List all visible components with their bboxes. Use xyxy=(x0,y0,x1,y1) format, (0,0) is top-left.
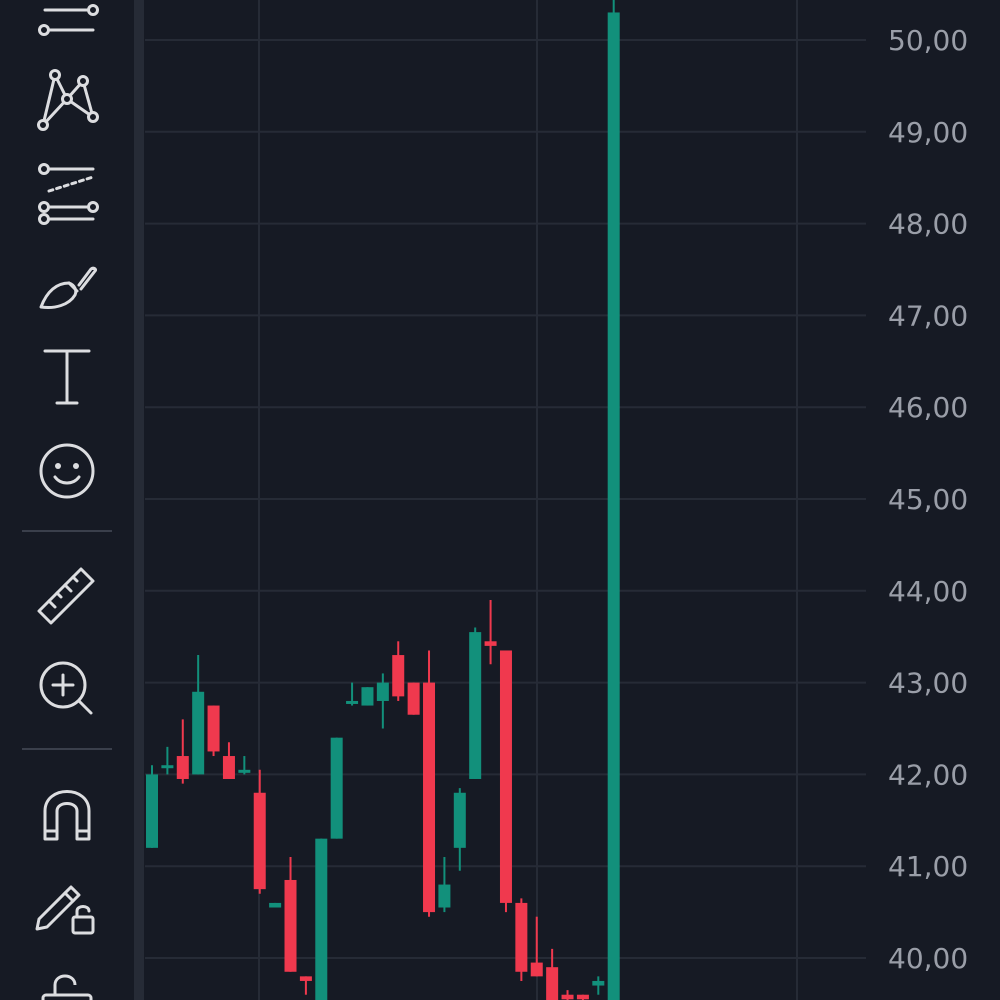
candle-body xyxy=(284,879,297,972)
candle-down[interactable] xyxy=(284,857,297,972)
candle-body xyxy=(346,700,359,704)
candle-down[interactable] xyxy=(561,990,574,1000)
candle-up[interactable] xyxy=(592,976,605,995)
chart-screen: 40,00 41,00 42,00 43,00 44,00 45,00 46,00 47,00… xyxy=(0,0,1000,1000)
y-tick-label: 50,00 xyxy=(888,24,968,57)
candle-down[interactable] xyxy=(176,719,189,784)
candle-body xyxy=(146,774,158,848)
candle-body xyxy=(607,12,620,1000)
candle-down[interactable] xyxy=(392,641,405,701)
candle-up[interactable] xyxy=(346,682,359,706)
y-tick-label: 43,00 xyxy=(888,667,968,700)
candle-down[interactable] xyxy=(207,705,220,757)
candle-body xyxy=(515,902,528,972)
candle-up[interactable] xyxy=(192,655,205,775)
candle-up[interactable] xyxy=(469,627,482,779)
candle-down[interactable] xyxy=(222,742,235,779)
candle-up[interactable] xyxy=(238,756,251,775)
candle-up[interactable] xyxy=(146,765,158,848)
candle-down[interactable] xyxy=(576,994,589,1000)
y-tick-label: 41,00 xyxy=(888,850,968,883)
candle-up[interactable] xyxy=(330,737,343,839)
candle-down[interactable] xyxy=(515,898,528,981)
y-tick-label: 42,00 xyxy=(888,758,968,791)
candle-up[interactable] xyxy=(269,902,282,908)
y-tick-label: 47,00 xyxy=(888,299,968,332)
candle-body xyxy=(269,902,282,908)
candle-down[interactable] xyxy=(299,976,312,995)
y-tick-label: 44,00 xyxy=(888,575,968,608)
candle-down[interactable] xyxy=(253,769,266,894)
candle-body xyxy=(315,838,328,1000)
candle-body xyxy=(423,682,436,913)
candle-down[interactable] xyxy=(546,948,559,1000)
candle-body xyxy=(530,962,543,977)
candle-body xyxy=(561,994,574,1000)
candle-body xyxy=(376,682,389,701)
y-tick-label: 48,00 xyxy=(888,208,968,241)
y-tick-label: 45,00 xyxy=(888,483,968,516)
candle-body xyxy=(546,967,559,1000)
y-axis: 40,00 41,00 42,00 43,00 44,00 45,00 46,00 47,00… xyxy=(888,24,968,975)
candle-body xyxy=(192,691,205,775)
candle-body xyxy=(407,682,420,715)
candle-body xyxy=(161,765,174,769)
candle-body xyxy=(453,792,466,848)
candle-body xyxy=(361,687,374,706)
candle-down[interactable] xyxy=(423,650,436,917)
candle-body xyxy=(469,632,482,779)
candle-body xyxy=(484,641,497,646)
candle-body xyxy=(438,884,451,908)
candle-body xyxy=(176,756,189,779)
candle-down[interactable] xyxy=(530,916,543,977)
candle-up[interactable] xyxy=(453,788,466,871)
candlestick-chart[interactable]: 40,00 41,00 42,00 43,00 44,00 45,00 46,00 47,00… xyxy=(0,0,1000,1000)
candle-down[interactable] xyxy=(407,682,420,715)
candle-body xyxy=(222,756,235,779)
y-tick-label: 40,00 xyxy=(888,942,968,975)
candle-down[interactable] xyxy=(484,599,497,665)
candle-body xyxy=(576,994,589,1000)
candle-body xyxy=(330,737,343,839)
candle-body xyxy=(499,650,512,903)
candle-body xyxy=(253,792,266,890)
y-tick-label: 46,00 xyxy=(888,391,968,424)
candle-up[interactable] xyxy=(161,746,174,775)
candle-body xyxy=(392,655,405,697)
candle-up[interactable] xyxy=(607,0,620,1000)
candle-up[interactable] xyxy=(315,838,328,1000)
candle-body xyxy=(299,976,312,981)
candle-body xyxy=(592,980,605,986)
y-tick-label: 49,00 xyxy=(888,116,968,149)
candle-down[interactable] xyxy=(499,650,512,913)
candle-body xyxy=(238,769,251,773)
candle-body xyxy=(207,705,220,752)
candle-up[interactable] xyxy=(361,687,374,706)
